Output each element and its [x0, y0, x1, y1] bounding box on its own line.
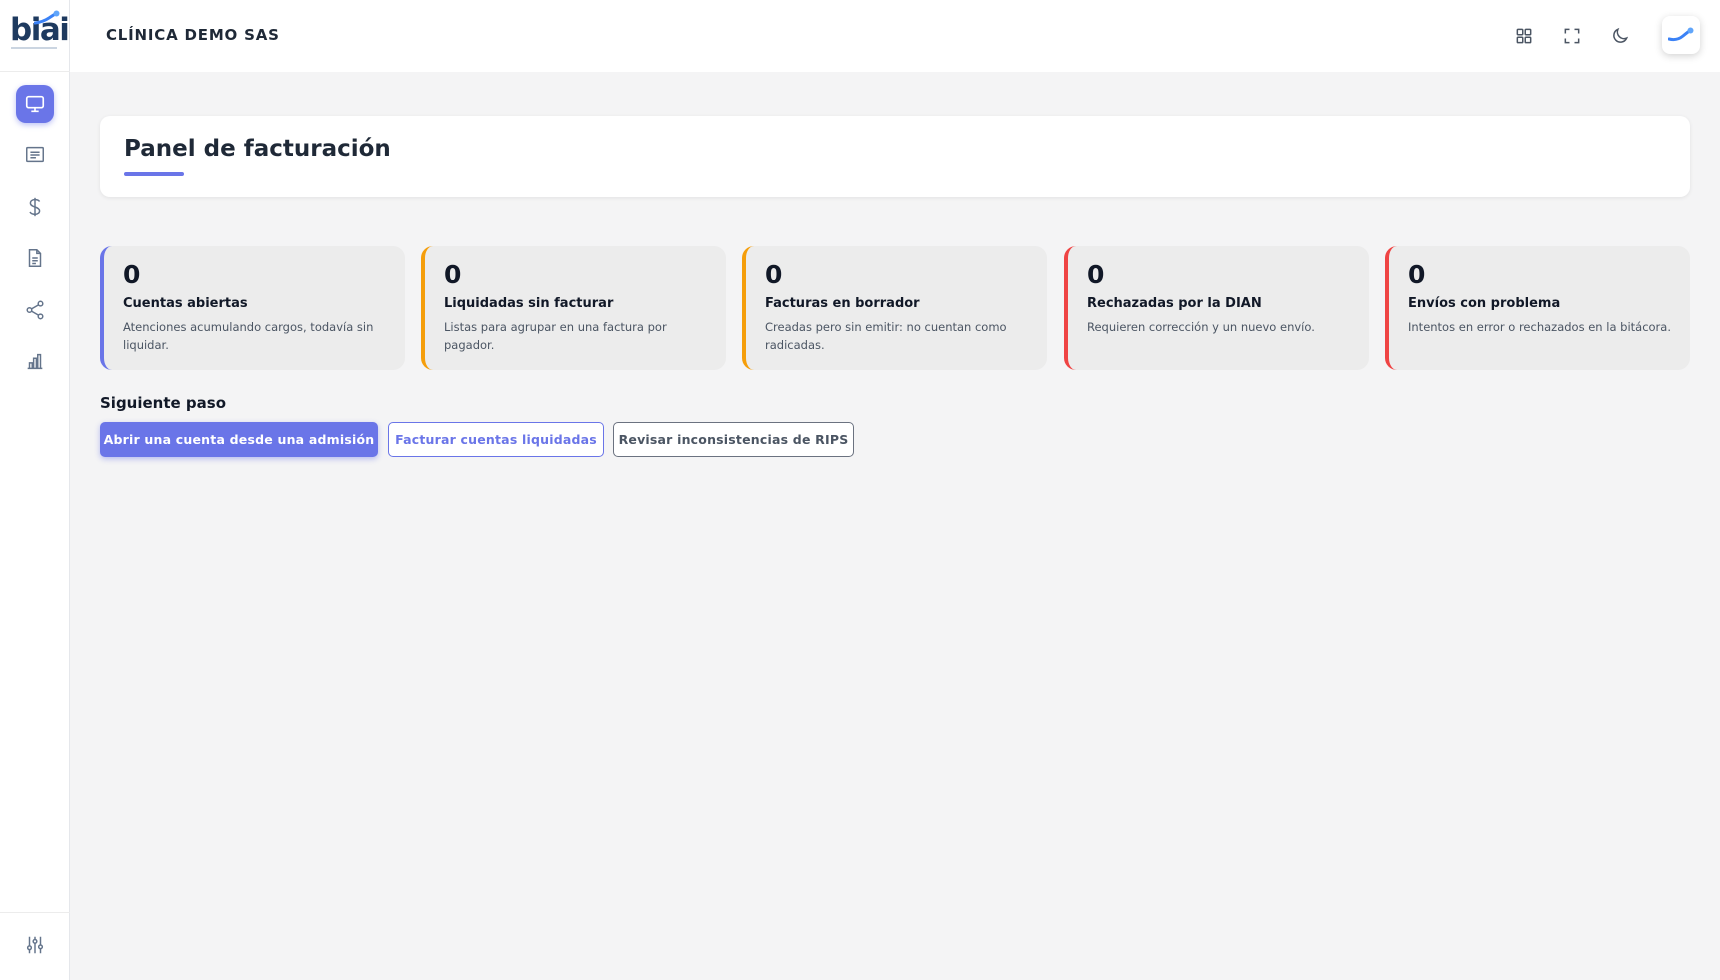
sidebar-item-billing[interactable] — [16, 188, 54, 226]
stat-description: Intentos en error o rechazados en la bit… — [1408, 320, 1671, 334]
dark-mode-toggle[interactable] — [1604, 20, 1636, 52]
stat-description: Creadas pero sin emitir: no cuentan como… — [765, 320, 1007, 352]
page-header-card: Panel de facturación — [100, 116, 1690, 197]
sidebar-divider — [0, 912, 70, 913]
brand-swoosh-icon — [1668, 27, 1694, 42]
sidebar-item-dashboard[interactable] — [16, 85, 54, 123]
stat-label: Cuentas abiertas — [123, 296, 248, 311]
sidebar-item-documents[interactable] — [16, 239, 54, 277]
logo-swoosh-icon — [34, 10, 60, 25]
stat-description: Listas para agrupar en una factura por p… — [444, 320, 667, 352]
stat-label: Rechazadas por la DIAN — [1087, 296, 1262, 311]
logo-tagline — [11, 47, 57, 49]
stat-card-borrador[interactable]: 0 Facturas en borrador Creadas pero sin … — [742, 246, 1047, 370]
title-underline — [124, 172, 184, 176]
monitor-icon — [25, 95, 45, 113]
review-rips-button[interactable]: Revisar inconsistencias de RIPS — [613, 422, 854, 457]
fullscreen-button[interactable] — [1556, 20, 1588, 52]
company-name: CLÍNICA DEMO SAS — [106, 26, 280, 44]
bar-chart-icon — [27, 353, 43, 370]
stat-value: 0 — [1087, 260, 1105, 289]
page-title: Panel de facturación — [124, 136, 391, 162]
stat-card-liquidadas[interactable]: 0 Liquidadas sin facturar Listas para ag… — [421, 246, 726, 370]
stat-value: 0 — [765, 260, 783, 289]
brand-logo[interactable]: biai — [0, 0, 70, 72]
dollar-icon — [29, 197, 41, 217]
top-bar: CLÍNICA DEMO SAS — [70, 0, 1720, 72]
stat-description: Requieren corrección y un nuevo envío. — [1087, 320, 1315, 334]
stat-description: Atenciones acumulando cargos, todavía si… — [123, 320, 374, 352]
receipt-icon — [26, 146, 44, 163]
user-avatar[interactable] — [1662, 16, 1700, 54]
stat-card-envios-problema[interactable]: 0 Envíos con problema Intentos en error … — [1385, 246, 1690, 370]
moon-icon — [1613, 27, 1629, 43]
stat-label: Envíos con problema — [1408, 296, 1561, 311]
sidebar-item-settings[interactable] — [16, 926, 54, 964]
stat-card-cuentas-abiertas[interactable]: 0 Cuentas abiertas Atenciones acumulando… — [100, 246, 405, 370]
stat-label: Liquidadas sin facturar — [444, 296, 614, 311]
stat-label: Facturas en borrador — [765, 296, 920, 311]
fullscreen-icon — [1564, 28, 1580, 44]
bill-settled-accounts-button[interactable]: Facturar cuentas liquidadas — [388, 422, 604, 457]
sliders-icon — [26, 936, 44, 954]
share-icon — [26, 300, 44, 320]
stat-value: 0 — [1408, 260, 1426, 289]
stat-value: 0 — [444, 260, 462, 289]
sidebar-item-reports[interactable] — [16, 342, 54, 380]
apps-button[interactable] — [1508, 20, 1540, 52]
stat-card-rechazadas-dian[interactable]: 0 Rechazadas por la DIAN Requieren corre… — [1064, 246, 1369, 370]
sidebar-item-accounts[interactable] — [16, 136, 54, 174]
sidebar: biai — [0, 0, 70, 980]
stat-value: 0 — [123, 260, 141, 289]
sidebar-item-share[interactable] — [16, 291, 54, 329]
open-account-button[interactable]: Abrir una cuenta desde una admisión — [100, 422, 378, 457]
document-icon — [28, 249, 42, 267]
grid-icon — [1516, 28, 1532, 44]
next-step-heading: Siguiente paso — [100, 394, 227, 412]
